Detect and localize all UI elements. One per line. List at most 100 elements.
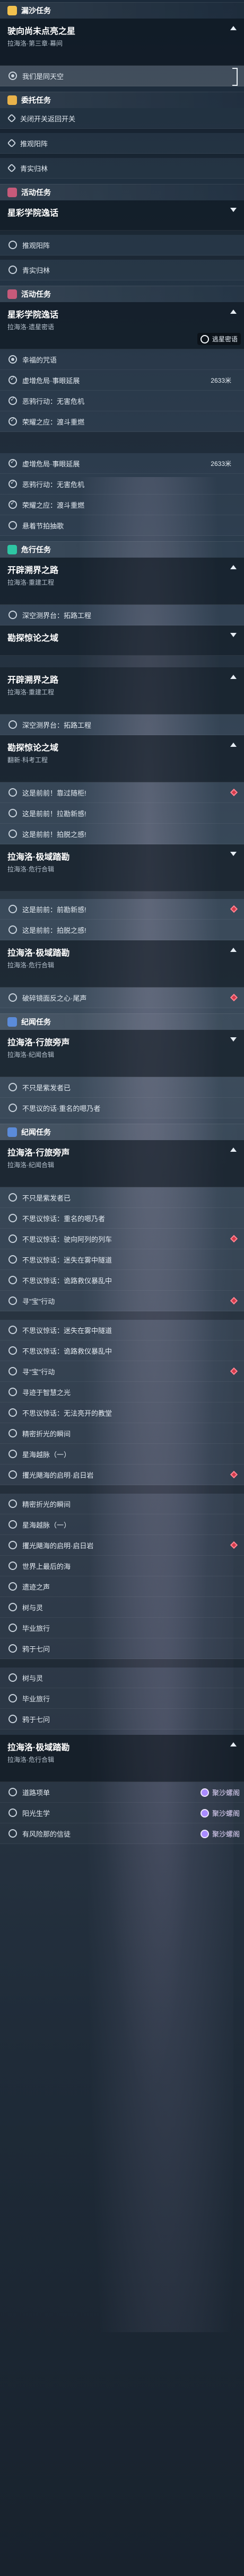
quest-step-row[interactable]: 虚增危局·事眼延展 2633米 [0, 370, 244, 391]
quest-list-panel[interactable]: 漏沙任务 驶向尚未点亮之星 拉海洛·第三章·幕间 我们是同天空 委托任务 关闭开… [0, 0, 244, 1844]
quest-card[interactable]: 勘探惊论之域 [0, 625, 244, 656]
quest-step-row[interactable]: 精密折光的瞬间 [0, 1494, 244, 1514]
quest-step-row[interactable]: 不思议惊话：迷失在雾中隧道 [0, 1320, 244, 1340]
quest-step-row[interactable]: 树与灵 [0, 1597, 244, 1618]
quest-step-row[interactable]: 荣耀之应：渡斗重燃 [0, 411, 244, 432]
expand-caret-icon[interactable] [230, 1037, 237, 1042]
star-icon [7, 95, 17, 105]
vote-tag[interactable]: 聚沙螺阁 [200, 1829, 240, 1839]
quest-step-row[interactable]: 世界上最后的海 [0, 1556, 244, 1576]
quest-step-row[interactable]: 这是前前：拍脱之感! [0, 920, 244, 940]
quest-step-row[interactable]: 寻迹于智慧之光 [0, 1382, 244, 1402]
quest-card[interactable]: 开辟溯界之路 拉海洛·重建工程 [0, 667, 244, 714]
quest-card[interactable]: 驶向尚未点亮之星 拉海洛·第三章·幕间 [0, 19, 244, 66]
vote-tag[interactable]: 聚沙螺阁 [200, 1808, 240, 1818]
quest-step-label: 不思议惊话：迷失在雾中隧道 [22, 1256, 112, 1264]
collapse-caret-icon[interactable] [230, 26, 237, 30]
quest-step-row[interactable]: 恶鸦行动：无害危机 [0, 474, 244, 495]
quest-step-row[interactable]: 寻"宝"行动 [0, 1361, 244, 1382]
expand-caret-icon[interactable] [230, 852, 237, 856]
quest-step-row[interactable]: 深空测界台：拓路工程 [0, 605, 244, 625]
quest-step-row[interactable]: 树与灵 [0, 1668, 244, 1688]
quest-card[interactable]: 拉海洛·极域踏勘 拉海洛·危行合辑 [0, 1735, 244, 1782]
quest-step-row[interactable]: 青实归林 [0, 158, 244, 179]
quest-step-row[interactable]: 不思议惊话：驶向阿列的列车 [0, 1229, 244, 1249]
quest-step-row[interactable]: 精密折光的瞬间 [0, 1423, 244, 1444]
quest-step-row[interactable]: 攫光飓海的启明·启日岩 [0, 1535, 244, 1556]
quest-step-row[interactable]: 推观阳阵 [0, 133, 244, 154]
vote-tag[interactable]: 聚沙螺阁 [200, 1787, 240, 1797]
quest-card[interactable]: 拉海洛·极域踏勘 拉海洛·危行合辑 [0, 844, 244, 892]
section-label: 危行任务 [21, 545, 51, 554]
quest-step-row[interactable]: 星海越脉（一） [0, 1444, 244, 1465]
spacer [0, 656, 244, 667]
quest-step-row[interactable]: 寻"宝"行动 [0, 1291, 244, 1311]
quest-title: 拉海洛·极域踏勘 [7, 1743, 70, 1752]
quest-step-row[interactable]: 悬着节拍抽歌 [0, 515, 244, 536]
quest-step-row[interactable]: 不思议惊话：无法亮开的教堂 [0, 1402, 244, 1423]
quest-step-row[interactable]: 深空测界台：拓路工程 [0, 714, 244, 735]
collapse-caret-icon[interactable] [230, 948, 237, 952]
expand-caret-icon[interactable] [230, 208, 237, 212]
quest-step-row[interactable]: 不思议的话·重名的嗯乃者 [0, 1098, 244, 1118]
quest-step-row[interactable]: 道路项单 聚沙螺阁 [0, 1782, 244, 1803]
quest-step-row[interactable]: 这是前前：前勘新感! [0, 899, 244, 920]
quest-card[interactable]: 星彩学院逸话 [0, 200, 244, 231]
collapse-caret-icon[interactable] [230, 565, 237, 569]
quest-step-row[interactable]: 我们是同天空 [0, 66, 244, 86]
quest-card[interactable]: 开辟溯界之路 拉海洛·重建工程 [0, 558, 244, 605]
quest-title: 星彩学院逸话 [7, 311, 59, 320]
quest-step-label: 这是前前！拉勘新感! [22, 809, 86, 818]
quest-step-row[interactable]: 不只是紫发者已 [0, 1077, 244, 1098]
quest-step-row[interactable]: 破碎镜面反之心·尾声 [0, 987, 244, 1008]
quest-step-row[interactable]: 这是前前！靠过随柜! [0, 782, 244, 803]
quest-step-row[interactable]: 幸福的咒语 [0, 349, 244, 370]
quest-card[interactable]: 拉海洛·极域踏勘 拉海洛·危行合辑 [0, 940, 244, 987]
quest-card[interactable]: 星彩学院逸话 拉海洛·遗星密语 逃星密语 [0, 302, 244, 349]
quest-step-row[interactable]: 不思议惊话：重名的嗯乃者 [0, 1208, 244, 1229]
quest-step-row[interactable]: 星海越脉（一） [0, 1514, 244, 1535]
circle-icon [8, 720, 17, 729]
quest-title: 开辟溯界之路 [7, 566, 59, 575]
quest-card[interactable]: 勘探惊论之域 翻新·科考工程 [0, 735, 244, 782]
quest-step-row[interactable]: 阳光生学 聚沙螺阁 [0, 1803, 244, 1823]
location-tag[interactable]: 逃星密语 [197, 333, 241, 345]
collapse-caret-icon[interactable] [230, 743, 237, 747]
quest-step-row[interactable]: 毕业旅行 [0, 1688, 244, 1709]
quest-step-row[interactable]: 攫光飓海的启明·启日岩 [0, 1465, 244, 1485]
section-label: 漏沙任务 [21, 6, 51, 15]
expand-caret-icon[interactable] [230, 633, 237, 637]
collapse-caret-icon[interactable] [230, 675, 237, 679]
quest-step-row[interactable]: 推观阳阵 [0, 235, 244, 255]
quest-step-row[interactable]: 虚增危局·事眼延展 2633米 [0, 453, 244, 474]
circle-icon [8, 1788, 17, 1796]
collapse-caret-icon[interactable] [230, 1148, 237, 1152]
quest-step-row[interactable]: 这是前前！拉勘新感! [0, 803, 244, 824]
quest-step-row[interactable]: 青实归林 [0, 260, 244, 280]
collapse-caret-icon[interactable] [230, 1742, 237, 1746]
quest-step-label: 这是前前：拍脱之感! [22, 926, 86, 934]
quest-step-row[interactable]: 恶鸦行动：无害危机 [0, 391, 244, 411]
quest-step-row[interactable]: 这是前前！拍脱之感! [0, 824, 244, 844]
quest-step-row[interactable]: 鸦于七问 [0, 1638, 244, 1659]
section-header-chronicle-2: 纪闻任务 [0, 1124, 244, 1140]
circle-icon [8, 1715, 17, 1723]
quest-step-label: 不思议惊话：诡路救仪暴乱中 [22, 1347, 112, 1355]
quest-step-row[interactable]: 遗迹之声 [0, 1576, 244, 1597]
quest-step-row[interactable]: 不只是紫发者已 [0, 1187, 244, 1208]
quest-card[interactable]: 拉海洛·行旅旁声 拉海洛·纪闻合辑 [0, 1030, 244, 1077]
quest-step-label: 这是前前！靠过随柜! [22, 789, 86, 797]
quest-step-row[interactable]: 不思议惊话：诡路救仪暴乱中 [0, 1270, 244, 1291]
quest-card[interactable]: 拉海洛·行旅旁声 拉海洛·纪闻合辑 [0, 1140, 244, 1187]
quest-step-row[interactable]: 有风险那的信徒 聚沙螺阁 [0, 1823, 244, 1844]
quest-step-row[interactable]: 不思议惊话：迷失在雾中隧道 [0, 1249, 244, 1270]
quest-step-row[interactable]: 荣耀之应：渡斗重燃 [0, 495, 244, 515]
quest-step-row[interactable]: 关闭开关返回开关 [0, 108, 244, 129]
quest-step-row[interactable]: 毕业旅行 [0, 1618, 244, 1638]
quest-step-row[interactable]: 不思议惊话：诡路救仪暴乱中 [0, 1340, 244, 1361]
quest-step-row[interactable]: 鸦于七问 [0, 1709, 244, 1730]
section-label: 纪闻任务 [21, 1018, 51, 1026]
quest-step-label: 寻"宝"行动 [22, 1368, 55, 1376]
collapse-caret-icon[interactable] [230, 310, 237, 314]
quest-step-label: 毕业旅行 [22, 1695, 50, 1703]
